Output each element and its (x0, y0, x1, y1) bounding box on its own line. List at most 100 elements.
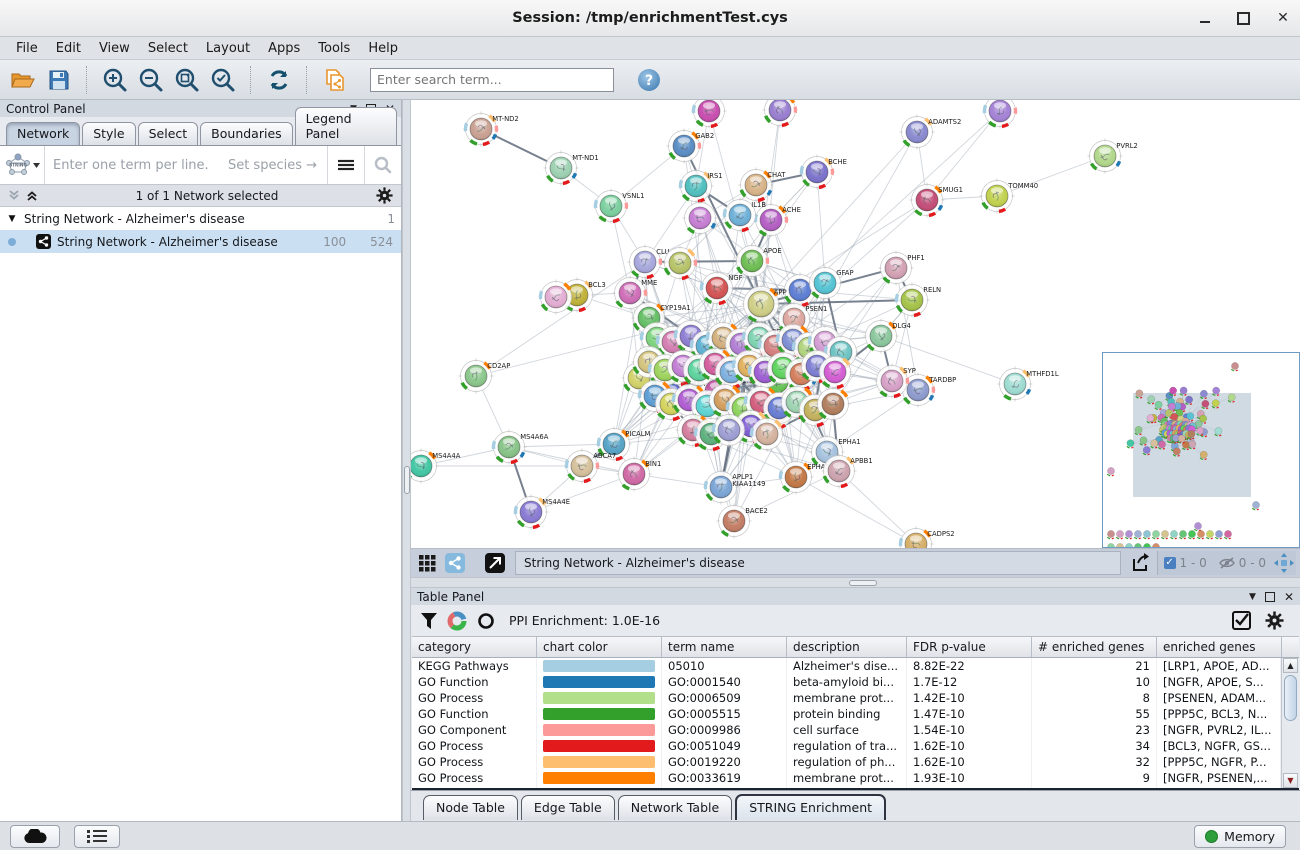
ring-chart-icon[interactable] (477, 612, 495, 630)
network-node-bin1[interactable]: BIN1 (617, 457, 662, 492)
select-rows-checkbox-icon[interactable] (1232, 611, 1251, 630)
minimize-button[interactable] (1200, 14, 1210, 23)
splitter-handle[interactable] (849, 580, 877, 586)
global-search-input[interactable] (370, 68, 614, 92)
column-header-chart-color[interactable]: chart color (537, 637, 662, 657)
menu-help[interactable]: Help (360, 39, 406, 58)
column-header-description[interactable]: description (787, 637, 907, 657)
network-node-dlg4[interactable]: DLG4 (864, 319, 911, 354)
scroll-up-icon[interactable]: ▲ (1283, 658, 1298, 673)
network-collection-row[interactable]: ▼ String Network - Alzheimer's disease 1 (0, 207, 401, 230)
network-node-mt-nd2[interactable]: MT-ND2 (464, 112, 519, 147)
collapse-all-icon[interactable] (8, 190, 20, 201)
enrichment-chart-icon[interactable] (447, 611, 467, 631)
splitter-handle[interactable] (404, 466, 410, 494)
network-node-cd2ap[interactable]: CD2AP (459, 359, 511, 394)
network-node-aplp1[interactable]: APLP1KIAA1149 (704, 470, 766, 505)
grid-view-icon[interactable] (415, 551, 439, 575)
tab-network[interactable]: Network (6, 122, 80, 145)
table-row[interactable]: GO ProcessGO:0050435beta-amyloid m...2.0… (412, 786, 1281, 788)
network-node-adamts2[interactable]: ADAMTS2 (900, 115, 962, 150)
tab-network-table[interactable]: Network Table (618, 795, 733, 820)
network-node[interactable] (692, 100, 727, 129)
export-network-icon[interactable] (1129, 551, 1153, 575)
network-node-chat[interactable]: CHAT (739, 168, 787, 203)
network-node-mthfd1l[interactable]: MTHFD1L (998, 367, 1059, 402)
search-options-icon[interactable] (327, 146, 364, 184)
help-icon[interactable]: ? (634, 65, 664, 95)
tab-legend-panel[interactable]: Legend Panel (295, 107, 397, 145)
network-node-phf1[interactable]: PHF1 (879, 251, 925, 286)
string-logo-icon[interactable]: STRING (0, 146, 45, 184)
menu-view[interactable]: View (91, 39, 138, 58)
string-query-input[interactable] (45, 158, 327, 173)
network-node-cadps2[interactable]: CADPS2 (899, 527, 955, 549)
vertical-splitter[interactable] (402, 100, 411, 821)
table-row[interactable]: GO ProcessGO:0051049regulation of tra...… (412, 738, 1281, 754)
navigator-compass-icon[interactable] (1272, 551, 1296, 575)
table-row[interactable]: GO FunctionGO:0005515protein binding1.47… (412, 706, 1281, 722)
menu-tools[interactable]: Tools (310, 39, 358, 58)
network-row[interactable]: String Network - Alzheimer's disease 100… (0, 230, 401, 253)
network-node-smug1[interactable]: SMUG1 (910, 183, 964, 218)
menu-layout[interactable]: Layout (198, 39, 258, 58)
column-header-term-name[interactable]: term name (662, 637, 787, 657)
zoom-fit-icon[interactable] (172, 65, 202, 95)
network-node-pvrl2[interactable]: PVRL2 (1088, 139, 1138, 174)
open-in-window-icon[interactable] (483, 551, 507, 575)
birds-eye-view[interactable] (1102, 352, 1300, 548)
table-row[interactable]: GO FunctionGO:0001540beta-amyloid bi...1… (412, 674, 1281, 690)
copy-network-icon[interactable] (320, 65, 350, 95)
expand-all-icon[interactable] (26, 190, 38, 201)
column-header-category[interactable]: category (412, 637, 537, 657)
cloud-tasks-button[interactable] (10, 825, 60, 848)
task-list-button[interactable] (74, 825, 120, 848)
network-node[interactable] (983, 100, 1018, 129)
column-header-enriched-genes[interactable]: enriched genes (1157, 637, 1282, 657)
tree-expand-icon[interactable]: ▼ (6, 214, 18, 224)
network-view[interactable]: MT-ND2MT-ND1VSNL1GAB2IRS1CHATBCHEACHEIL1… (411, 100, 1300, 549)
selected-nodes-checkbox-icon[interactable]: ✓ (1164, 557, 1176, 569)
panel-menu-icon[interactable]: ▼ (1249, 592, 1256, 602)
network-node-apbb1[interactable]: APBB1 (822, 454, 873, 489)
menu-select[interactable]: Select (140, 39, 196, 58)
tab-style[interactable]: Style (82, 122, 135, 145)
network-node-vsnl1[interactable]: VSNL1 (594, 189, 645, 224)
save-session-icon[interactable] (44, 65, 74, 95)
zoom-selected-icon[interactable] (208, 65, 238, 95)
network-node-bche[interactable]: BCHE (800, 155, 847, 190)
network-node-ms4a6a[interactable]: MS4A6A (492, 430, 549, 465)
refresh-icon[interactable] (264, 65, 294, 95)
zoom-in-icon[interactable] (100, 65, 130, 95)
zoom-out-icon[interactable] (136, 65, 166, 95)
tab-edge-table[interactable]: Edge Table (521, 795, 615, 820)
tab-select[interactable]: Select (138, 122, 199, 145)
table-row[interactable]: GO ProcessGO:0006509membrane prot...1.42… (412, 690, 1281, 706)
open-session-icon[interactable] (8, 65, 38, 95)
network-node-ms4a4e[interactable]: MS4A4E (514, 495, 571, 530)
table-row[interactable]: GO ProcessGO:0019220regulation of ph...1… (412, 754, 1281, 770)
column-header-fdr-p-value[interactable]: FDR p-value (907, 637, 1032, 657)
menu-file[interactable]: File (8, 39, 46, 58)
network-node-tomm40[interactable]: TOMM40 (980, 179, 1039, 214)
tab-node-table[interactable]: Node Table (423, 795, 518, 820)
network-node-abca7[interactable]: ABCA7 (565, 449, 617, 484)
table-row[interactable]: GO ComponentGO:0009986cell surface1.54E-… (412, 722, 1281, 738)
menu-apps[interactable]: Apps (260, 39, 308, 58)
scrollbar-thumb[interactable] (1284, 675, 1297, 721)
panel-float-icon[interactable] (1265, 592, 1275, 602)
tab-boundaries[interactable]: Boundaries (200, 122, 292, 145)
column-header--enriched-genes[interactable]: # enriched genes (1032, 637, 1157, 657)
close-button[interactable]: ✕ (1276, 11, 1290, 25)
network-node-epha5[interactable]: EPHA5 (779, 460, 830, 495)
maximize-button[interactable] (1237, 12, 1250, 25)
horizontal-splitter[interactable] (411, 577, 1300, 588)
network-node-gab2[interactable]: GAB2 (667, 129, 715, 164)
table-row[interactable]: KEGG Pathways05010Alzheimer's dise...8.8… (412, 658, 1281, 674)
filter-icon[interactable] (421, 613, 437, 629)
panel-close-icon[interactable]: ✕ (1284, 590, 1294, 604)
network-node-bace2[interactable]: BACE2 (717, 504, 768, 539)
share-network-icon[interactable] (443, 551, 467, 575)
network-node-mt-nd1[interactable]: MT-ND1 (544, 151, 599, 186)
table-row[interactable]: GO ProcessGO:0033619membrane prot...1.93… (412, 770, 1281, 786)
